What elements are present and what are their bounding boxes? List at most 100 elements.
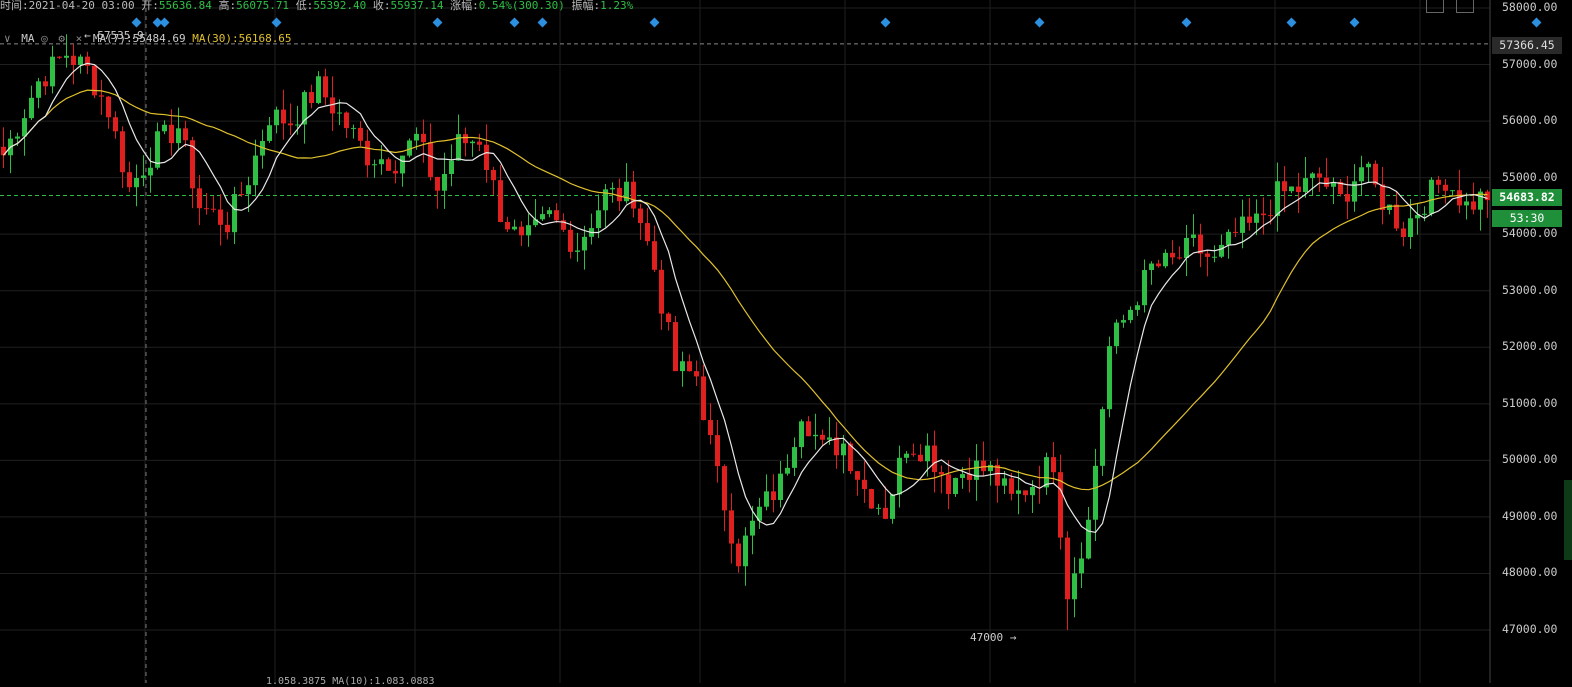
candle-body (1317, 173, 1322, 178)
candle-body (540, 214, 545, 220)
candle-body (204, 208, 209, 210)
change-label: 涨幅: (450, 0, 479, 12)
candle-body (1030, 486, 1035, 496)
indicator-name[interactable]: MA (21, 32, 34, 45)
signal-diamond-icon (537, 17, 548, 28)
candle-body (1184, 237, 1189, 258)
candle-body (722, 466, 727, 511)
candle-body (652, 241, 657, 270)
candle-body (1443, 184, 1448, 191)
candle-body (1072, 573, 1077, 600)
candle-body (904, 453, 909, 458)
candle-body (288, 123, 293, 126)
candle-body (1296, 186, 1301, 193)
candle-body (785, 467, 790, 474)
candle-body (729, 510, 734, 544)
high-label: 高: (218, 0, 237, 12)
candle-body (946, 474, 951, 495)
candle-body (1191, 234, 1196, 238)
candle-body (1261, 213, 1266, 216)
candle-body (337, 112, 342, 114)
candle-body (1065, 537, 1070, 600)
candle-body (743, 535, 748, 567)
candle-body (1163, 252, 1168, 267)
candle-body (673, 322, 678, 372)
candle-body (1114, 322, 1119, 347)
candle-body (183, 128, 188, 141)
candle-body (792, 447, 797, 468)
signal-diamond-icon (1181, 17, 1192, 28)
candle-body (1016, 490, 1021, 494)
settings-gear-icon[interactable]: ⚙ (58, 32, 65, 45)
candle-body (211, 208, 216, 210)
candle-body (358, 127, 363, 141)
ma-indicator-bar: ∨ MA ◎ ⚙ × MA(7):55484.69 MA(30):56168.6… (4, 32, 292, 45)
window-expand-icon[interactable] (1456, 0, 1474, 13)
candle-body (925, 445, 930, 462)
collapse-chevron-icon[interactable]: ∨ (4, 32, 11, 45)
price-tick-label: 54000.00 (1502, 226, 1558, 241)
candle-body (162, 124, 167, 132)
candle-body (71, 55, 76, 65)
open-label: 开: (141, 0, 159, 12)
price-tick-label: 49000.00 (1502, 508, 1558, 523)
candle-body (1023, 490, 1028, 496)
price-tick-label: 48000.00 (1502, 565, 1558, 580)
candle-body (1289, 186, 1294, 192)
window-restore-icon[interactable] (1426, 0, 1444, 13)
candle-body (617, 187, 622, 202)
candlestick-chart[interactable] (0, 0, 1572, 683)
candle-body (666, 313, 671, 323)
candle-body (974, 460, 979, 480)
candle-body (29, 97, 34, 119)
current-price-tag: 54683.82 (1492, 189, 1562, 206)
candle-body (813, 434, 818, 437)
candle-body (1429, 179, 1434, 214)
candle-body (596, 210, 601, 229)
volume-ma-readout: 1.058.3875 MA(10):1.083.0883 (266, 676, 435, 687)
candle-body (351, 127, 356, 129)
candle-body (771, 491, 776, 501)
candle-body (911, 453, 916, 455)
close-label: 收: (372, 0, 391, 12)
candle-body (1149, 263, 1154, 271)
candle-body (1107, 346, 1112, 410)
candle-body (281, 109, 286, 124)
time-label: 时间: (0, 0, 29, 12)
candle-body (1275, 181, 1280, 217)
signal-diamond-icon (1286, 17, 1297, 28)
candle-body (1352, 181, 1357, 202)
candle-body (1128, 309, 1133, 321)
signal-diamond-icon (1531, 17, 1542, 28)
candle-body (526, 225, 531, 236)
candle-body (1100, 409, 1105, 466)
candle-body (1135, 305, 1140, 310)
close-value: 55937.14 (390, 0, 444, 12)
candle-body (43, 81, 48, 87)
candle-body (1226, 231, 1231, 245)
candle-body (918, 454, 923, 462)
ma30-value: MA(30):56168.65 (192, 32, 292, 45)
eye-icon[interactable]: ◎ (41, 32, 48, 45)
signal-diamond-icon (131, 17, 142, 28)
candle-body (1093, 465, 1098, 520)
candle-body (1303, 178, 1308, 193)
high-value: 56075.71 (236, 0, 290, 12)
ohlc-header: 时间:2021-04-20 03:00 开:55636.84 高:56075.7… (0, 0, 633, 13)
candle-body (64, 55, 69, 58)
candle-body (1345, 193, 1350, 202)
candle-body (1380, 184, 1385, 211)
candle-body (435, 176, 440, 191)
signal-diamond-icon (432, 17, 443, 28)
candle-body (1002, 478, 1007, 486)
candle-body (1121, 320, 1126, 323)
candle-body (1156, 263, 1161, 267)
candle-body (498, 180, 503, 222)
candle-body (22, 118, 27, 137)
candle-body (645, 223, 650, 242)
candle-body (638, 208, 643, 224)
close-icon[interactable]: × (76, 32, 83, 45)
candle-body (631, 181, 636, 209)
candle-body (1422, 213, 1427, 215)
signal-diamond-icon (1349, 17, 1360, 28)
